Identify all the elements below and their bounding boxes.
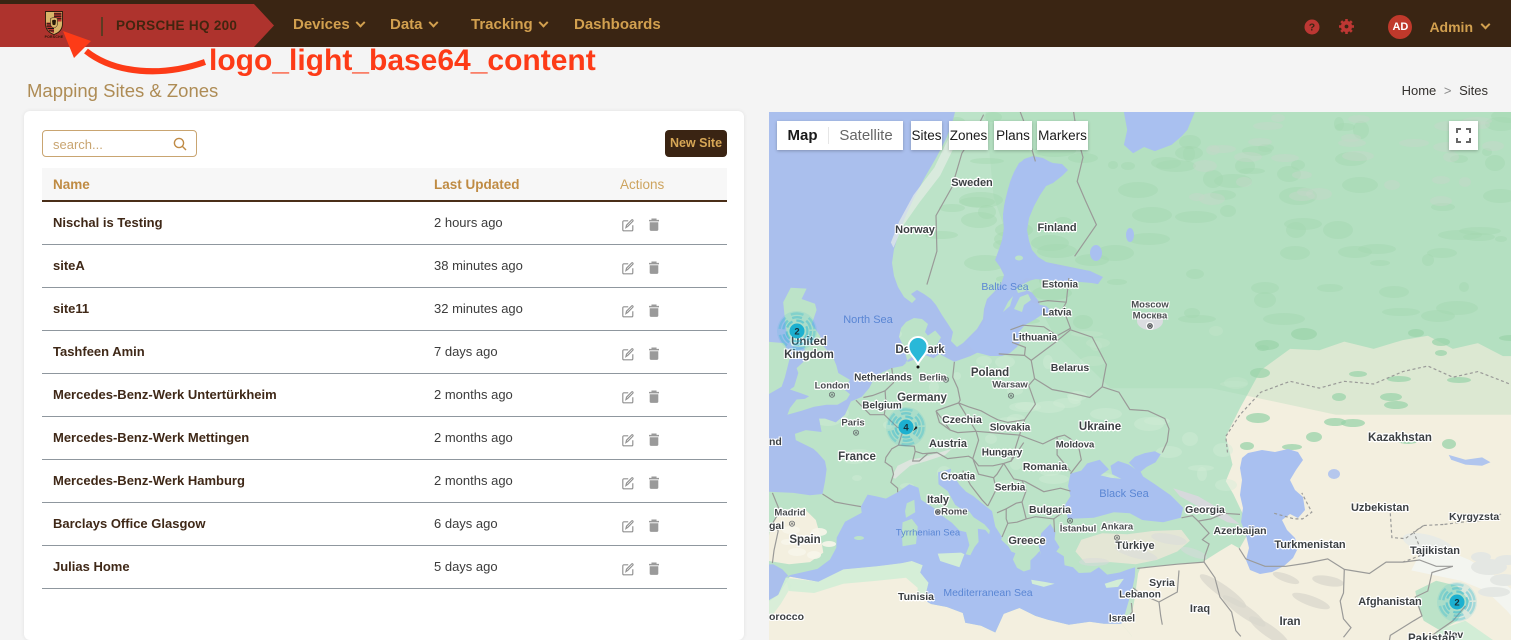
- svg-text:?: ?: [1309, 21, 1315, 33]
- svg-text:2: 2: [1454, 598, 1459, 609]
- svg-text:4: 4: [903, 423, 909, 434]
- svg-text:2: 2: [794, 327, 799, 338]
